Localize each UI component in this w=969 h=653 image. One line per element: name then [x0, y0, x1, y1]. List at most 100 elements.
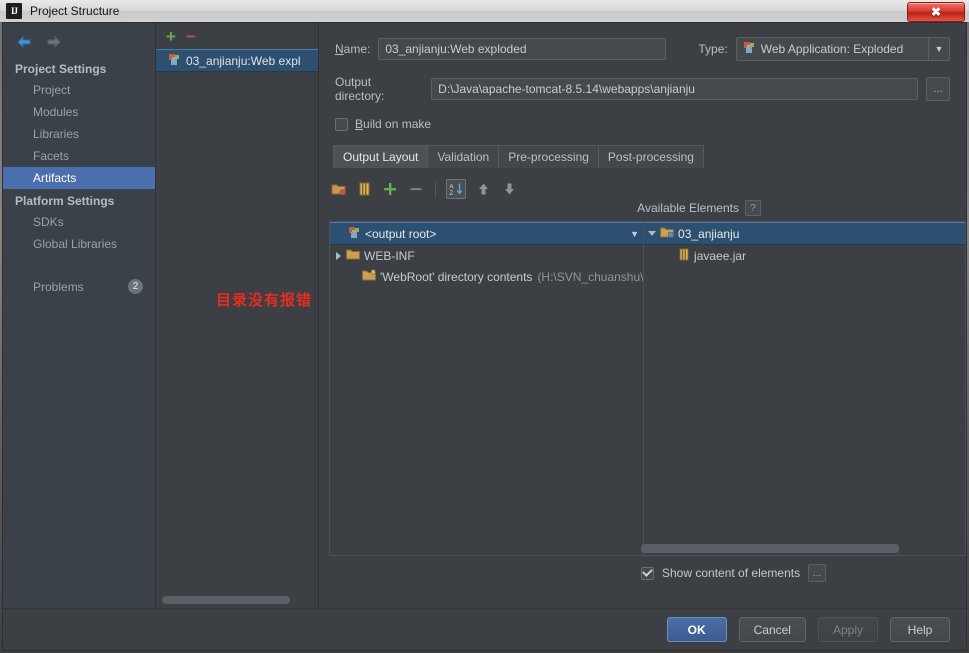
layout-trees: <output root> ▼ WEB-INF 'WebRoot' direct… — [329, 221, 966, 556]
artifact-icon — [348, 226, 361, 242]
artifact-type-value-wrap: Web Application: Exploded — [737, 41, 928, 57]
remove-icon[interactable] — [407, 180, 425, 198]
add-artifact-button[interactable]: + — [166, 28, 176, 45]
show-content-of-elements-label: Show content of elements — [662, 566, 801, 580]
artifact-editor-pane: Name: 03_anjianju:Web exploded Type: Web… — [318, 23, 966, 610]
sort-alphabetically-icon[interactable]: A Z — [446, 179, 466, 199]
tab-post-processing[interactable]: Post-processing — [597, 145, 704, 168]
artifact-type-select[interactable]: Web Application: Exploded ▼ — [735, 37, 950, 61]
show-content-of-elements-row: Show content of elements ... — [641, 564, 827, 582]
artifacts-list-pane: + − 03_anjianju:Web expl — [155, 23, 318, 610]
move-up-icon[interactable] — [474, 180, 492, 198]
intellij-logo-icon: IJ — [6, 3, 22, 19]
tree-row-path: (H:\SVN_chuanshu\ — [537, 269, 644, 284]
app-root: IJ Project Structure ✖ Project Settings … — [0, 0, 969, 653]
tree-row-label: <output root> — [365, 226, 437, 241]
cancel-button[interactable]: Cancel — [738, 617, 806, 642]
sidebar-item-artifacts[interactable]: Artifacts — [3, 167, 155, 189]
browse-output-directory-button[interactable]: ... — [926, 77, 950, 101]
artifacts-list-toolbar: + − — [156, 23, 318, 49]
available-elements-header: Available Elements ? — [637, 200, 761, 216]
output-layout-toolbar: A Z — [319, 177, 966, 201]
build-on-make-checkbox[interactable] — [335, 117, 348, 131]
artifacts-list-hscrollbar-thumb[interactable] — [162, 596, 290, 604]
module-icon — [660, 226, 674, 241]
web-artifact-icon — [743, 41, 756, 57]
help-icon[interactable]: ? — [745, 200, 761, 216]
tab-output-layout[interactable]: Output Layout — [333, 145, 429, 168]
arrow-right-icon[interactable] — [45, 33, 63, 51]
sidebar-item-facets[interactable]: Facets — [3, 145, 155, 167]
output-tree-hscrollbar[interactable] — [641, 544, 899, 553]
project-structure-dialog: Project Settings Project Modules Librari… — [2, 22, 967, 651]
tree-row-label: javaee.jar — [694, 248, 747, 263]
sidebar-item-problems-label: Problems — [33, 279, 84, 294]
show-content-options-button[interactable]: ... — [808, 564, 827, 582]
move-down-icon[interactable] — [500, 180, 518, 198]
create-archive-icon[interactable] — [355, 180, 373, 198]
apply-button: Apply — [817, 617, 878, 642]
add-icon[interactable] — [381, 180, 399, 198]
available-elements-tree[interactable]: 03_anjianju javaee.jar — [644, 221, 966, 556]
ok-button[interactable]: OK — [666, 617, 727, 642]
tree-row-label: 03_anjianju — [678, 226, 740, 241]
name-label: Name: — [335, 42, 371, 56]
name-type-row: Name: 03_anjianju:Web exploded Type: Web… — [319, 37, 966, 61]
available-elements-title: Available Elements — [637, 201, 739, 215]
chevron-down-icon[interactable]: ▼ — [928, 38, 949, 60]
close-icon: ✖ — [930, 5, 942, 19]
show-content-of-elements-checkbox[interactable] — [641, 566, 654, 580]
build-on-make-row: Build on make — [319, 117, 966, 131]
close-button[interactable]: ✖ — [907, 2, 965, 22]
artifact-name-input[interactable]: 03_anjianju:Web exploded — [378, 38, 667, 60]
sidebar-item-sdks[interactable]: SDKs — [3, 211, 155, 233]
type-label: Type: — [698, 42, 728, 56]
tree-row[interactable]: javaee.jar — [644, 245, 965, 266]
tab-validation[interactable]: Validation — [427, 145, 500, 168]
artifact-type-value: Web Application: Exploded — [760, 42, 904, 56]
build-on-make-label: Build on make — [355, 117, 432, 131]
artifacts-list-hscrollbar[interactable] — [162, 596, 314, 604]
directory-contents-icon — [362, 269, 376, 284]
tree-row-label: WEB-INF — [364, 248, 415, 263]
list-item-label: 03_anjianju:Web expl — [186, 53, 301, 68]
sidebar-item-problems[interactable]: Problems 2 — [3, 275, 155, 298]
folder-icon — [346, 248, 360, 263]
list-item[interactable]: 03_anjianju:Web expl — [156, 49, 318, 72]
web-artifact-icon — [168, 53, 181, 69]
sidebar-item-project[interactable]: Project — [3, 79, 155, 101]
dialog-footer: OK Cancel Apply Help — [3, 608, 966, 650]
svg-text:Z: Z — [450, 191, 454, 196]
arrow-left-icon[interactable] — [15, 33, 33, 51]
output-directory-label: Output directory: — [335, 75, 385, 103]
expand-twisty-icon[interactable] — [330, 251, 346, 260]
toolbar-separator — [435, 181, 436, 197]
sidebar-item-global-libraries[interactable]: Global Libraries — [3, 233, 155, 255]
nav-group-title-project-settings: Project Settings — [15, 62, 107, 76]
svg-text:A: A — [450, 185, 454, 191]
tree-row[interactable]: <output root> ▼ — [330, 222, 644, 245]
sidebar-item-libraries[interactable]: Libraries — [3, 123, 155, 145]
tree-row[interactable]: WEB-INF — [330, 245, 643, 266]
remove-artifact-button[interactable]: − — [186, 28, 196, 45]
help-button[interactable]: Help — [890, 617, 950, 642]
tree-row[interactable]: 'WebRoot' directory contents (H:\SVN_chu… — [330, 266, 643, 287]
output-directory-row: Output directory: D:\Java\apache-tomcat-… — [319, 75, 966, 103]
window-title: Project Structure — [30, 4, 120, 18]
nav-history-controls — [3, 23, 155, 57]
output-tree-hscrollbar-thumb[interactable] — [641, 544, 899, 553]
collapse-twisty-icon[interactable] — [644, 231, 660, 236]
sidebar-item-modules[interactable]: Modules — [3, 101, 155, 123]
nav-group-title-platform-settings: Platform Settings — [15, 194, 115, 208]
editor-tabs: Output Layout Validation Pre-processing … — [319, 145, 966, 168]
chevron-down-icon[interactable]: ▼ — [630, 229, 639, 239]
tab-pre-processing[interactable]: Pre-processing — [498, 145, 599, 168]
settings-sidebar: Project Settings Project Modules Librari… — [3, 23, 155, 610]
annotation-text: 目录没有报错 — [216, 291, 313, 309]
output-directory-input[interactable]: D:\Java\apache-tomcat-8.5.14\webapps\anj… — [431, 78, 919, 100]
create-directory-icon[interactable] — [329, 180, 347, 198]
output-layout-tree[interactable]: <output root> ▼ WEB-INF 'WebRoot' direct… — [329, 221, 645, 556]
window-titlebar: IJ Project Structure ✖ — [0, 0, 969, 22]
tree-row[interactable]: 03_anjianju — [644, 222, 965, 245]
jar-icon — [678, 248, 690, 264]
